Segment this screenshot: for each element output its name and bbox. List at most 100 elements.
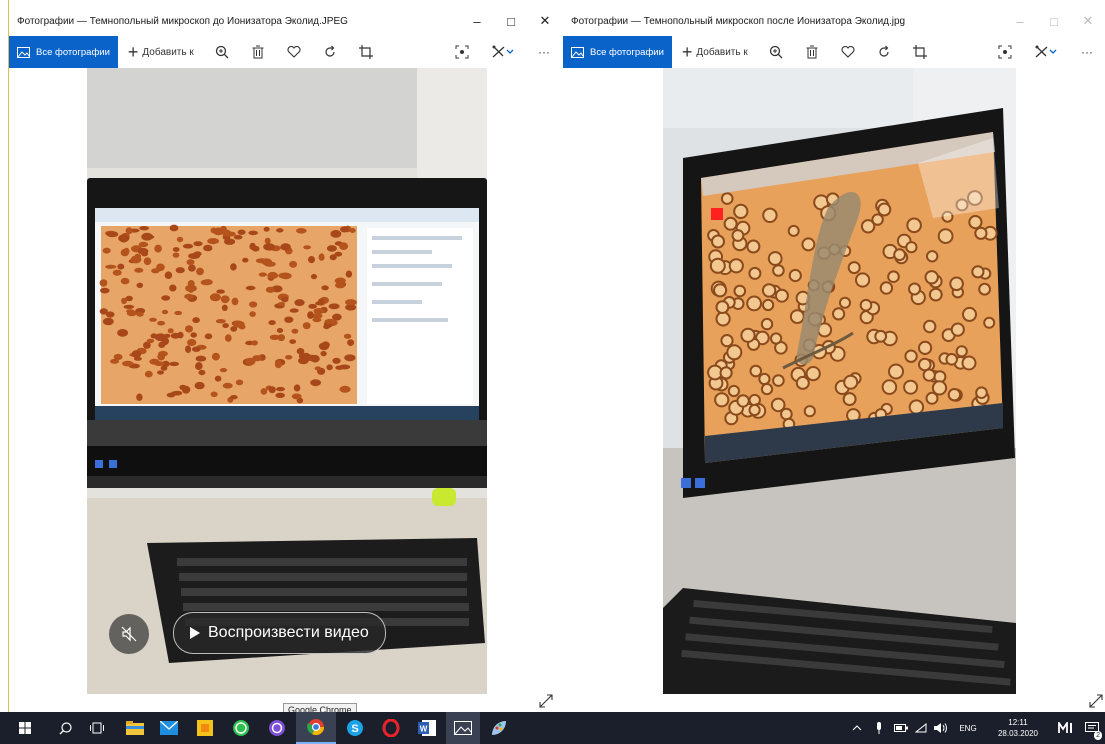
clock[interactable]: 12:11 28.03.2020 <box>990 712 1046 744</box>
wifi-icon <box>915 723 927 733</box>
blood-cell <box>767 251 783 266</box>
taskbar-mail[interactable] <box>152 712 186 744</box>
blood-cell <box>123 247 130 255</box>
delete-button[interactable] <box>240 36 276 68</box>
edit-button[interactable] <box>480 36 526 68</box>
window-title: Фотографии — Темнопольный микроскоп до И… <box>17 15 348 27</box>
blood-cell <box>955 345 968 358</box>
taskbar-word[interactable]: W <box>410 712 444 744</box>
title-bar[interactable]: Фотографии — Темнопольный микроскоп до И… <box>9 10 562 32</box>
favorite-button[interactable] <box>276 36 312 68</box>
mute-button[interactable] <box>109 614 149 654</box>
blood-cell <box>220 295 230 304</box>
taskbar-photos[interactable] <box>446 712 480 744</box>
crop-button[interactable] <box>348 36 384 68</box>
taskbar-chrome[interactable] <box>296 712 336 744</box>
zoom-in-button[interactable] <box>204 36 240 68</box>
blood-cell <box>318 342 330 351</box>
crop-icon <box>358 45 373 59</box>
blood-cell <box>245 285 256 291</box>
taskbar-opera[interactable] <box>374 712 408 744</box>
title-bar[interactable]: Фотографии — Темнопольный микроскоп посл… <box>563 10 1105 32</box>
blood-cell <box>216 289 225 294</box>
blood-cell <box>832 307 846 321</box>
photo-icon <box>571 46 584 58</box>
blood-cell <box>166 392 176 398</box>
minimize-button[interactable]: – <box>1003 10 1037 32</box>
zoom-in-button[interactable] <box>758 36 794 68</box>
favorite-button[interactable] <box>830 36 866 68</box>
photo-before[interactable]: Воспроизвести видео <box>87 68 487 694</box>
volume-tray[interactable] <box>932 712 950 744</box>
blood-cell <box>805 366 821 382</box>
add-to-button[interactable]: + Добавить к <box>672 36 758 68</box>
chrome-icon <box>307 719 325 736</box>
window-title: Фотографии — Темнопольный микроскоп посл… <box>571 15 906 27</box>
blood-cell <box>330 230 342 238</box>
microphone-tray[interactable] <box>870 712 888 744</box>
more-button[interactable]: ··· <box>1069 36 1105 68</box>
blood-cell <box>222 382 233 389</box>
network-tray[interactable] <box>912 712 930 744</box>
blood-cell <box>219 368 228 373</box>
all-photos-button[interactable]: Все фотографии <box>563 36 672 68</box>
all-photos-button[interactable]: Все фотографии <box>9 36 118 68</box>
task-view-button[interactable] <box>82 712 112 744</box>
minimize-button[interactable]: – <box>460 10 494 32</box>
blood-cell <box>924 270 939 285</box>
blood-cell <box>214 375 222 382</box>
blood-cell <box>310 273 318 280</box>
clock-time: 12:11 <box>1008 718 1028 727</box>
blood-cell <box>192 346 201 352</box>
blood-cell <box>733 284 747 298</box>
search-button[interactable] <box>50 712 80 744</box>
taskbar-file-explorer[interactable] <box>118 712 152 744</box>
taskbar-skype[interactable]: S <box>338 712 372 744</box>
expand-icon[interactable] <box>1089 694 1103 708</box>
taskbar-sticky-notes[interactable] <box>188 712 222 744</box>
heart-icon <box>841 46 855 58</box>
blood-cell <box>881 379 898 395</box>
close-button[interactable]: ✕ <box>528 10 562 32</box>
blood-cell <box>143 257 152 266</box>
taskbar-paint[interactable] <box>482 712 516 744</box>
blood-cell <box>760 383 774 396</box>
more-button[interactable]: ··· <box>526 36 562 68</box>
add-to-button[interactable]: + Добавить к <box>118 36 204 68</box>
enhance-button[interactable] <box>987 36 1023 68</box>
svg-text:W: W <box>420 725 428 734</box>
blood-cell <box>185 325 193 333</box>
people-button[interactable] <box>1054 712 1078 744</box>
blood-cell <box>339 242 349 250</box>
taskbar-viber[interactable] <box>260 712 294 744</box>
battery-tray[interactable] <box>892 712 910 744</box>
close-button[interactable]: ✕ <box>1071 10 1105 32</box>
blood-cell <box>188 253 201 259</box>
blood-cell <box>720 192 734 205</box>
blood-cell <box>345 270 353 278</box>
blood-cell <box>308 303 317 309</box>
play-video-button[interactable]: Воспроизвести видео <box>173 612 386 654</box>
action-center-button[interactable]: 2 <box>1082 712 1102 744</box>
language-indicator[interactable]: ENG <box>952 712 984 744</box>
blood-cell <box>105 264 117 269</box>
edit-button[interactable] <box>1023 36 1069 68</box>
blood-cell <box>285 355 293 360</box>
maximize-button[interactable]: □ <box>494 10 528 32</box>
expand-icon[interactable] <box>539 694 553 708</box>
show-hidden-icons[interactable] <box>848 712 866 744</box>
photo-after[interactable] <box>663 68 1016 694</box>
start-button[interactable] <box>10 712 40 744</box>
blood-cell <box>847 261 861 275</box>
rotate-button[interactable] <box>866 36 902 68</box>
blood-cell <box>260 388 268 395</box>
enhance-button[interactable] <box>444 36 480 68</box>
taskbar-whatsapp[interactable] <box>224 712 258 744</box>
blood-cell <box>338 364 351 370</box>
delete-button[interactable] <box>794 36 830 68</box>
maximize-button[interactable]: □ <box>1037 10 1071 32</box>
blood-cell <box>908 282 921 296</box>
crop-button[interactable] <box>902 36 938 68</box>
rotate-button[interactable] <box>312 36 348 68</box>
blood-cell <box>975 386 988 400</box>
